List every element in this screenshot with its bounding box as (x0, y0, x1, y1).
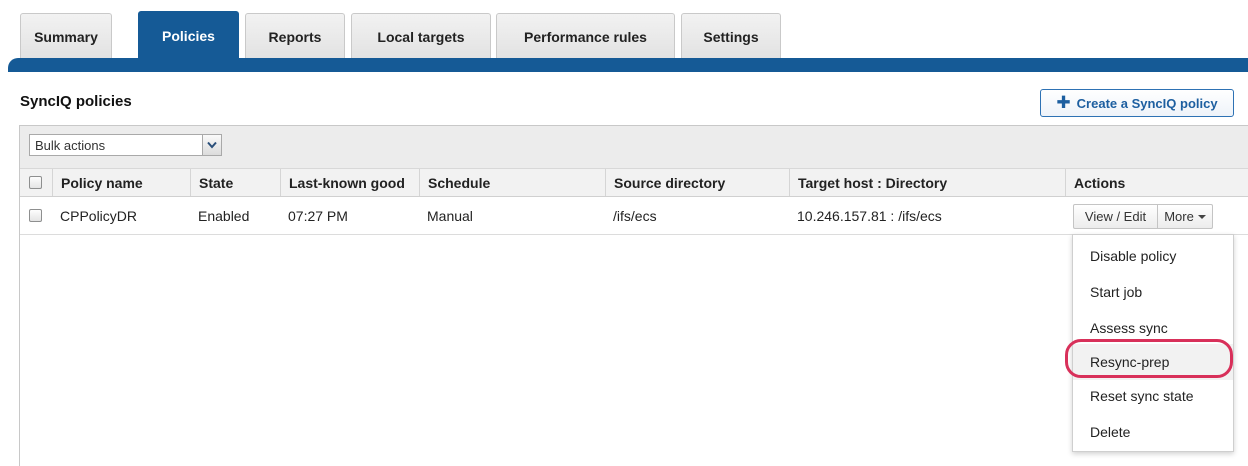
column-header-label: Policy name (61, 174, 143, 191)
column-header-actions: Actions (1065, 169, 1248, 196)
tab-policies[interactable]: Policies (138, 11, 239, 60)
create-syncIQ-policy-button[interactable]: ✚ Create a SyncIQ policy (1040, 89, 1234, 117)
view-edit-button[interactable]: View / Edit (1074, 205, 1158, 228)
cell-policy-name: CPPolicyDR (60, 207, 138, 224)
column-header-label: Schedule (428, 174, 491, 191)
bulk-actions-select[interactable]: Bulk actions (29, 134, 221, 156)
menu-item-delete[interactable]: Delete (1073, 414, 1233, 450)
tab-underline-bar (8, 58, 1248, 72)
tab-summary-label: Summary (34, 28, 98, 45)
column-header-label: Last-known good (289, 174, 405, 191)
column-header-schedule[interactable]: Schedule (419, 169, 605, 196)
tab-performance-rules[interactable]: Performance rules (496, 13, 675, 59)
column-header-label: Source directory (614, 174, 726, 191)
tab-settings[interactable]: Settings (681, 13, 781, 59)
plus-icon: ✚ (1056, 93, 1071, 112)
row-checkbox[interactable] (29, 209, 42, 222)
tab-reports[interactable]: Reports (245, 13, 345, 59)
table-row: CPPolicyDR Enabled 07:27 PM Manual /ifs/… (20, 197, 1248, 235)
column-header-policy-name[interactable]: Policy name (52, 169, 190, 196)
cell-target-host: 10.246.157.81 : /ifs/ecs (797, 207, 942, 224)
column-header-label: State (199, 174, 234, 191)
column-header-source-directory[interactable]: Source directory (605, 169, 789, 196)
column-header-label: Target host : Directory (798, 174, 948, 191)
menu-item-assess-sync[interactable]: Assess sync (1073, 310, 1233, 346)
table-header-row: Policy name State Last-known good Schedu… (20, 168, 1248, 197)
policies-panel: Bulk actions Policy name State Last-know… (19, 125, 1248, 466)
tab-settings-label: Settings (703, 28, 759, 45)
view-edit-label: View / Edit (1084, 209, 1147, 224)
select-all-cell (20, 169, 52, 196)
bulk-actions-dropdown-button[interactable] (202, 134, 222, 156)
menu-item-start-job[interactable]: Start job (1073, 274, 1233, 310)
create-button-label: Create a SyncIQ policy (1076, 95, 1218, 111)
select-all-checkbox[interactable] (29, 176, 42, 189)
column-header-last-known-good[interactable]: Last-known good (280, 169, 419, 196)
column-header-label: Actions (1074, 174, 1126, 191)
tab-performance-rules-label: Performance rules (524, 28, 647, 45)
menu-item-resync-prep[interactable]: Resync-prep (1073, 344, 1233, 380)
more-label: More (1164, 209, 1194, 224)
tab-local-targets-label: Local targets (377, 28, 465, 45)
column-header-target-host[interactable]: Target host : Directory (789, 169, 1065, 196)
chevron-down-icon (207, 141, 217, 149)
menu-item-disable-policy[interactable]: Disable policy (1073, 238, 1233, 274)
row-actions-group: View / Edit More (1073, 204, 1213, 229)
bulk-actions-value: Bulk actions (35, 138, 106, 153)
tab-policies-label: Policies (162, 28, 215, 44)
more-button[interactable]: More (1158, 205, 1212, 228)
cell-schedule: Manual (427, 207, 473, 224)
cell-source-directory: /ifs/ecs (613, 207, 657, 224)
row-select-cell (20, 197, 52, 234)
table-toolbar: Bulk actions (20, 126, 1248, 168)
caret-down-icon (1197, 214, 1206, 219)
cell-last-known-good: 07:27 PM (288, 207, 348, 224)
menu-item-reset-sync-state[interactable]: Reset sync state (1073, 378, 1233, 414)
tab-summary[interactable]: Summary (20, 13, 112, 59)
page-title: SyncIQ policies (20, 93, 132, 110)
more-dropdown-menu: Disable policy Start job Assess sync Res… (1072, 234, 1234, 452)
column-header-state[interactable]: State (190, 169, 280, 196)
tab-local-targets[interactable]: Local targets (351, 13, 491, 59)
tab-reports-label: Reports (268, 28, 322, 45)
cell-state: Enabled (198, 207, 250, 224)
